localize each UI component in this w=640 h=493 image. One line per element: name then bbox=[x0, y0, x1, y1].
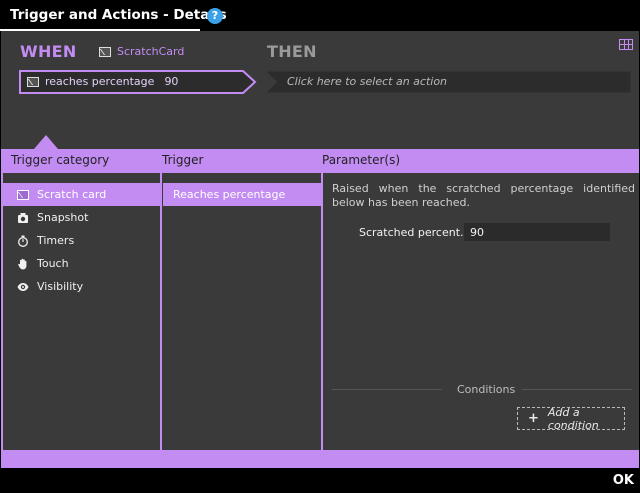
category-item-visibility[interactable]: Visibility bbox=[3, 275, 161, 298]
footer-accent-bar bbox=[1, 450, 639, 468]
widget-name: ScratchCard bbox=[117, 45, 185, 58]
bottom-bar: OK bbox=[0, 468, 640, 493]
details-panel: WHEN ScratchCard THEN reaches percentage… bbox=[1, 31, 639, 468]
column-header-bar: Trigger category Trigger Parameter(s) bbox=[1, 149, 639, 173]
help-icon[interactable]: ? bbox=[207, 8, 223, 24]
trigger-list: Reaches percentage bbox=[163, 183, 321, 206]
column-header-category: Trigger category bbox=[11, 153, 110, 167]
trigger-label: Reaches percentage bbox=[173, 188, 286, 201]
eye-icon bbox=[17, 281, 29, 293]
category-label: Touch bbox=[37, 257, 69, 270]
widget-reference[interactable]: ScratchCard bbox=[99, 45, 184, 58]
add-condition-label: Add a condition bbox=[547, 405, 599, 432]
scratched-percent-input[interactable]: 90 bbox=[464, 223, 610, 241]
then-label: THEN bbox=[267, 42, 317, 61]
stopwatch-icon bbox=[17, 235, 29, 247]
trigger-pill-text: reaches percentage bbox=[45, 75, 155, 88]
trigger-pill-value: 90 bbox=[164, 75, 179, 88]
table-grid-icon[interactable] bbox=[619, 39, 633, 50]
snapshot-icon bbox=[17, 212, 29, 224]
category-item-scratch-card[interactable]: Scratch card bbox=[3, 183, 161, 206]
scratch-card-icon bbox=[99, 46, 111, 57]
scratch-card-icon bbox=[17, 189, 29, 201]
scratched-percent-label: Scratched percent... bbox=[359, 226, 471, 239]
trigger-category-list: Scratch card Snapshot Timers Touch Visib… bbox=[3, 183, 161, 298]
add-condition-button[interactable]: + Add a condition bbox=[517, 405, 625, 432]
ok-button[interactable]: OK bbox=[613, 473, 634, 488]
column-header-trigger: Trigger bbox=[162, 153, 204, 167]
category-item-touch[interactable]: Touch bbox=[3, 252, 161, 275]
category-label: Scratch card bbox=[37, 188, 107, 201]
plus-icon: + bbox=[528, 411, 539, 426]
action-placeholder: Click here to select an action bbox=[287, 75, 448, 88]
category-label: Snapshot bbox=[37, 211, 89, 224]
scratch-card-icon bbox=[27, 76, 39, 87]
title-bar: Trigger and Actions - Details ? bbox=[0, 0, 640, 31]
column-header-parameters: Parameter(s) bbox=[322, 153, 401, 167]
pointer-arrow bbox=[34, 135, 58, 149]
category-item-timers[interactable]: Timers bbox=[3, 229, 161, 252]
hand-icon bbox=[17, 258, 29, 270]
trigger-item-reaches-percentage[interactable]: Reaches percentage bbox=[163, 183, 321, 206]
category-item-snapshot[interactable]: Snapshot bbox=[3, 206, 161, 229]
conditions-label: Conditions bbox=[457, 383, 516, 396]
category-label: Visibility bbox=[37, 280, 84, 293]
trigger-pill-content: reaches percentage 90 bbox=[27, 75, 178, 88]
when-label: WHEN bbox=[20, 42, 77, 61]
select-action-pill[interactable]: Click here to select an action bbox=[267, 71, 631, 93]
trigger-pill[interactable]: reaches percentage 90 bbox=[19, 70, 257, 94]
window-title: Trigger and Actions - Details bbox=[10, 7, 227, 23]
column-separator-2 bbox=[321, 173, 323, 450]
category-label: Timers bbox=[37, 234, 75, 247]
parameter-description: Raised when the scratched percentage ide… bbox=[332, 182, 635, 209]
